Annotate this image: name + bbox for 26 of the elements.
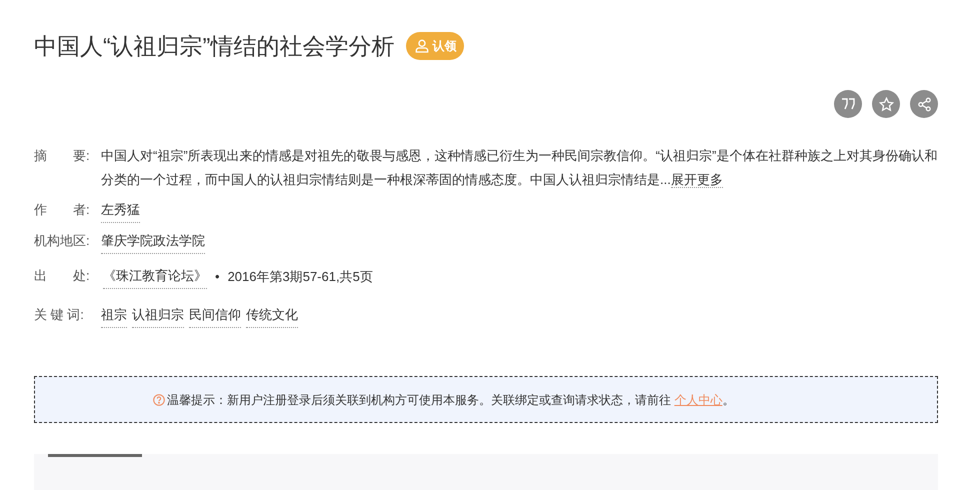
field-label: 作 者: xyxy=(34,201,91,219)
cite-button[interactable] xyxy=(834,90,862,118)
field-link[interactable]: 肇庆学院政法学院 xyxy=(101,229,205,254)
field-link[interactable]: 民间信仰 xyxy=(189,303,241,328)
star-icon xyxy=(878,96,894,112)
field-link[interactable]: 祖宗 xyxy=(101,303,127,328)
field-link[interactable]: 左秀猛 xyxy=(101,198,140,223)
journal-link[interactable]: 《珠江教育论坛》 xyxy=(103,264,207,289)
quote-icon xyxy=(841,97,855,111)
expand-link[interactable]: 展开更多 xyxy=(670,172,723,188)
field-link[interactable]: 传统文化 xyxy=(246,303,298,328)
abstract-text: 中国人对“祖宗”所表现出来的情感是对祖先的敬畏与感恩，这种情感已衍生为一种民间宗教信仰。“认祖归宗”是个体在社群种族之上对其身份确认和分类的一个过程，而中国人的认祖归宗情结则是一种根深蒂固的情感态度。中国人认祖归宗情结是...展开更多 xyxy=(101,147,938,190)
field-link[interactable]: 认祖归宗 xyxy=(132,303,184,328)
issue-info: 2016年第3期57-61,共5页 xyxy=(228,268,373,286)
field-label: 出 处: xyxy=(34,267,91,285)
article-title: 中国人“认祖归宗”情结的社会学分析 xyxy=(34,32,394,61)
share-button[interactable] xyxy=(910,90,938,118)
field-label: 关 键 词: xyxy=(34,306,85,324)
separator-dot: • xyxy=(215,268,220,286)
share-icon xyxy=(916,96,932,112)
favorite-button[interactable] xyxy=(872,90,900,118)
field-label: 机构地区: xyxy=(34,232,91,250)
notice-text: 温馨提示：新用户注册登录后须关联到机构方可使用本服务。关联绑定或查询请求状态，请前往 个人中心。 xyxy=(167,392,734,408)
help-icon xyxy=(153,394,165,406)
field-label: 摘 要: xyxy=(34,147,91,165)
user-icon xyxy=(414,38,430,54)
